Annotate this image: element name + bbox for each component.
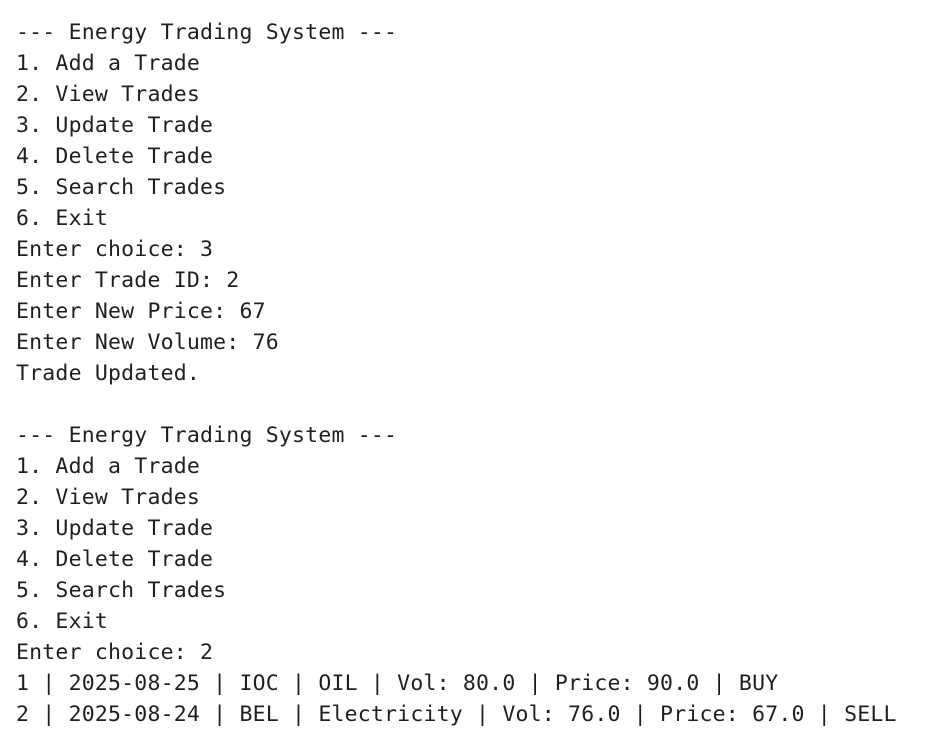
menu-option-search: 5. Search Trades bbox=[16, 175, 227, 200]
menu-option-exit: 6. Exit bbox=[16, 609, 109, 634]
menu-option-update: 3. Update Trade bbox=[16, 113, 214, 138]
update-result: Trade Updated. bbox=[16, 361, 201, 386]
trade-row: 1 | 2025-08-25 | IOC | OIL | Vol: 80.0 |… bbox=[16, 671, 779, 696]
menu-option-search: 5. Search Trades bbox=[16, 578, 227, 603]
terminal-output: --- Energy Trading System --- 1. Add a T… bbox=[0, 0, 927, 742]
menu-header: --- Energy Trading System --- bbox=[16, 20, 398, 45]
new-volume-prompt: Enter New Volume: 76 bbox=[16, 330, 279, 355]
menu-option-add: 1. Add a Trade bbox=[16, 454, 201, 479]
menu-option-add: 1. Add a Trade bbox=[16, 51, 201, 76]
choice-prompt: Enter choice: 2 bbox=[16, 640, 214, 665]
menu-option-update: 3. Update Trade bbox=[16, 516, 214, 541]
menu-option-exit: 6. Exit bbox=[16, 206, 109, 231]
menu-option-view: 2. View Trades bbox=[16, 82, 201, 107]
trade-row: 2 | 2025-08-24 | BEL | Electricity | Vol… bbox=[16, 702, 897, 727]
trade-id-prompt: Enter Trade ID: 2 bbox=[16, 268, 240, 293]
menu-option-delete: 4. Delete Trade bbox=[16, 547, 214, 572]
new-price-prompt: Enter New Price: 67 bbox=[16, 299, 266, 324]
menu-option-delete: 4. Delete Trade bbox=[16, 144, 214, 169]
choice-prompt: Enter choice: 3 bbox=[16, 237, 214, 262]
menu-header: --- Energy Trading System --- bbox=[16, 423, 398, 448]
session-view-trades: --- Energy Trading System --- 1. Add a T… bbox=[16, 420, 927, 730]
session-update-trade: --- Energy Trading System --- 1. Add a T… bbox=[16, 17, 927, 389]
menu-option-view: 2. View Trades bbox=[16, 485, 201, 510]
